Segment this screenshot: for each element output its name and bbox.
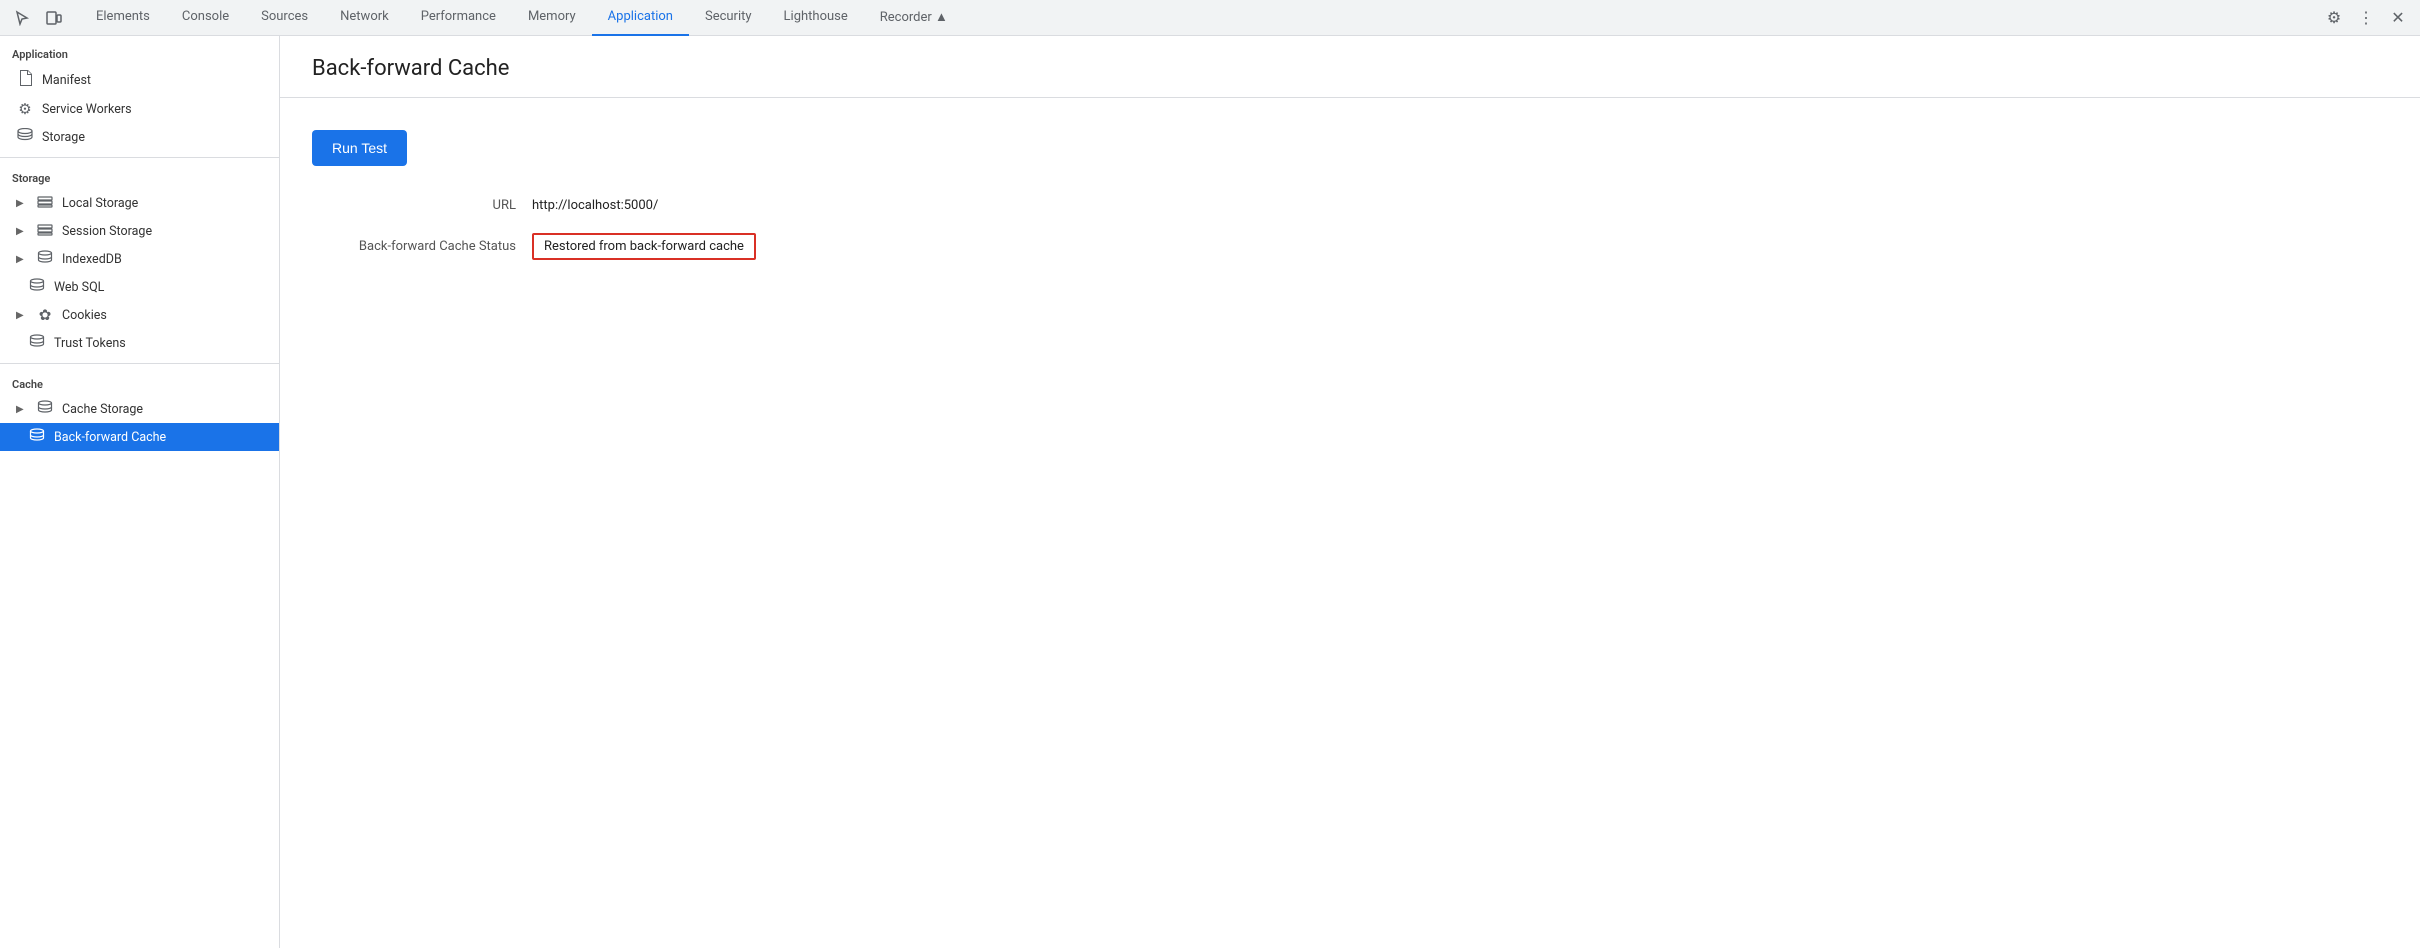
sidebar-item-back-forward-cache[interactable]: Back-forward Cache [0, 423, 279, 451]
sidebar-section-storage: Storage [0, 164, 279, 189]
sidebar-item-web-sql[interactable]: Web SQL [0, 273, 279, 301]
divider-1 [0, 157, 279, 158]
tab-bar: Elements Console Sources Network Perform… [0, 0, 2420, 36]
storage-icon [16, 128, 34, 146]
cache-storage-icon [36, 400, 54, 418]
content-body: Run Test URL http://localhost:5000/ Back… [280, 98, 2420, 312]
cursor-icon[interactable] [8, 4, 36, 32]
url-row: URL http://localhost:5000/ [312, 198, 2388, 213]
divider-2 [0, 363, 279, 364]
main-area: Application Manifest ⚙ Service Workers [0, 36, 2420, 948]
sidebar-item-cookies[interactable]: ▶ ✿ Cookies [0, 301, 279, 329]
service-workers-icon: ⚙ [16, 100, 34, 118]
chevron-session-storage: ▶ [16, 226, 26, 237]
more-icon[interactable]: ⋮ [2352, 4, 2380, 32]
tab-performance[interactable]: Performance [405, 0, 512, 36]
sidebar: Application Manifest ⚙ Service Workers [0, 36, 280, 948]
device-icon[interactable] [40, 4, 68, 32]
sidebar-item-session-storage[interactable]: ▶ Session Storage [0, 217, 279, 245]
status-label: Back-forward Cache Status [312, 239, 532, 254]
tab-network[interactable]: Network [324, 0, 405, 36]
indexeddb-icon [36, 250, 54, 268]
manifest-icon [16, 70, 34, 90]
tab-application[interactable]: Application [592, 0, 689, 36]
devtools-icons [8, 4, 68, 32]
sidebar-item-storage[interactable]: Storage [0, 123, 279, 151]
cookies-icon: ✿ [36, 306, 54, 324]
status-row: Back-forward Cache Status Restored from … [312, 233, 2388, 260]
sidebar-item-cache-storage[interactable]: ▶ Cache Storage [0, 395, 279, 423]
page-title: Back-forward Cache [280, 36, 2420, 98]
tab-elements[interactable]: Elements [80, 0, 166, 36]
run-test-button[interactable]: Run Test [312, 130, 407, 166]
sidebar-item-local-storage[interactable]: ▶ Local Storage [0, 189, 279, 217]
sidebar-section-application: Application [0, 40, 279, 65]
url-value: http://localhost:5000/ [532, 198, 658, 213]
tab-recorder[interactable]: Recorder ▲ [864, 0, 964, 36]
tab-sources[interactable]: Sources [245, 0, 324, 36]
url-label: URL [312, 198, 532, 213]
sidebar-item-service-workers[interactable]: ⚙ Service Workers [0, 95, 279, 123]
tab-bar-right: ⚙ ⋮ ✕ [2320, 4, 2412, 32]
tab-security[interactable]: Security [689, 0, 768, 36]
chevron-indexeddb: ▶ [16, 254, 26, 265]
tab-memory[interactable]: Memory [512, 0, 592, 36]
tab-lighthouse[interactable]: Lighthouse [768, 0, 864, 36]
chevron-local-storage: ▶ [16, 198, 26, 209]
content-panel: Back-forward Cache Run Test URL http://l… [280, 36, 2420, 948]
trust-tokens-icon [28, 334, 46, 352]
tab-console[interactable]: Console [166, 0, 245, 36]
chevron-cookies: ▶ [16, 310, 26, 321]
sidebar-item-trust-tokens[interactable]: Trust Tokens [0, 329, 279, 357]
local-storage-icon [36, 194, 54, 212]
web-sql-icon [28, 278, 46, 296]
session-storage-icon [36, 222, 54, 240]
sidebar-item-indexeddb[interactable]: ▶ IndexedDB [0, 245, 279, 273]
close-icon[interactable]: ✕ [2384, 4, 2412, 32]
status-value: Restored from back-forward cache [532, 233, 756, 260]
settings-icon[interactable]: ⚙ [2320, 4, 2348, 32]
sidebar-section-cache: Cache [0, 370, 279, 395]
sidebar-item-manifest[interactable]: Manifest [0, 65, 279, 95]
chevron-cache-storage: ▶ [16, 404, 26, 415]
back-forward-cache-icon [28, 428, 46, 446]
